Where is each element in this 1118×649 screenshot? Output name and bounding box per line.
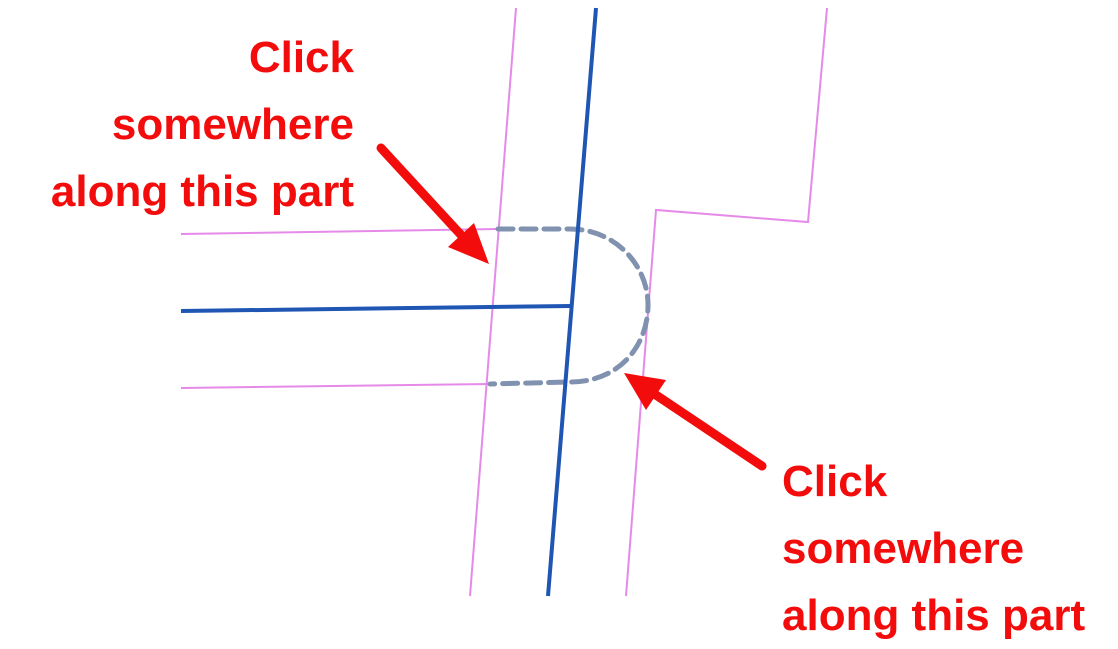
side-road-centerline[interactable] xyxy=(180,304,572,313)
annotation-bottom: Click somewhere along this part xyxy=(782,448,1085,649)
annotation-top-line-1: Click xyxy=(248,33,354,82)
arrow-bottom-head xyxy=(624,373,666,410)
annotation-top: Click somewhere along this part xyxy=(51,24,354,225)
annotation-top-line-3: along this part xyxy=(50,167,354,216)
annotation-top-line-2: somewhere xyxy=(111,100,354,149)
side-road-bottom-edge[interactable] xyxy=(180,383,491,389)
annotation-bottom-line-3: along this part xyxy=(782,591,1086,640)
main-road-left-edge[interactable] xyxy=(469,7,517,597)
main-road-centerline[interactable] xyxy=(546,7,598,597)
arrow-bottom-shaft xyxy=(651,390,767,471)
annotation-bottom-line-2: somewhere xyxy=(782,524,1025,573)
annotation-bottom-line-1: Click xyxy=(782,457,888,506)
arrow-top-shaft xyxy=(376,143,467,241)
